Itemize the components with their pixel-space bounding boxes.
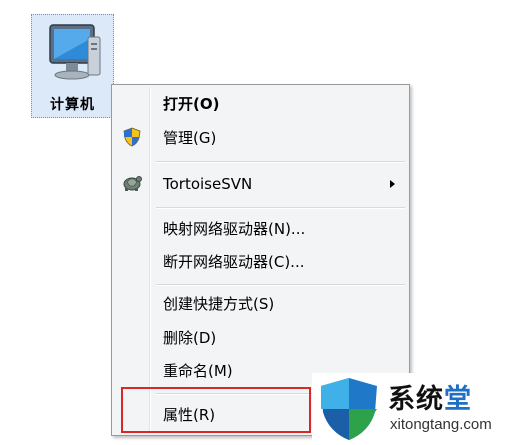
menu-item-manage[interactable]: 管理(G) — [163, 128, 216, 148]
computer-icon-label: 计算机 — [50, 97, 95, 113]
watermark-logo: 系统堂 xitongtang.com — [312, 373, 511, 445]
watermark-brand-part2: 堂 — [444, 384, 472, 415]
menu-item-rename[interactable]: 重命名(M) — [163, 361, 233, 381]
submenu-arrow-icon — [390, 180, 395, 188]
menu-separator — [156, 284, 405, 286]
computer-icon — [49, 24, 101, 80]
menu-item-tortoisesvn[interactable]: TortoiseSVN — [163, 174, 252, 194]
menu-item-delete[interactable]: 删除(D) — [163, 328, 216, 348]
menu-item-create-shortcut[interactable]: 创建快捷方式(S) — [163, 294, 274, 314]
menu-separator — [156, 207, 405, 209]
watermark-brand: 系统堂 — [388, 377, 472, 416]
menu-item-map-network-drive[interactable]: 映射网络驱动器(N)... — [163, 219, 305, 239]
watermark-brand-part1: 系统 — [388, 384, 444, 415]
computer-desktop-icon[interactable]: 计算机 — [31, 14, 114, 118]
shield-logo-icon — [321, 378, 377, 440]
properties-highlight-box — [121, 387, 311, 433]
menu-item-open[interactable]: 打开(O) — [163, 94, 219, 114]
menu-separator — [156, 161, 405, 163]
menu-item-disconnect-network-drive[interactable]: 断开网络驱动器(C)... — [163, 252, 304, 272]
watermark-domain: xitongtang.com — [390, 416, 492, 433]
tortoisesvn-icon — [123, 176, 142, 191]
menu-icon-gutter — [149, 87, 151, 433]
uac-shield-icon — [123, 127, 141, 147]
